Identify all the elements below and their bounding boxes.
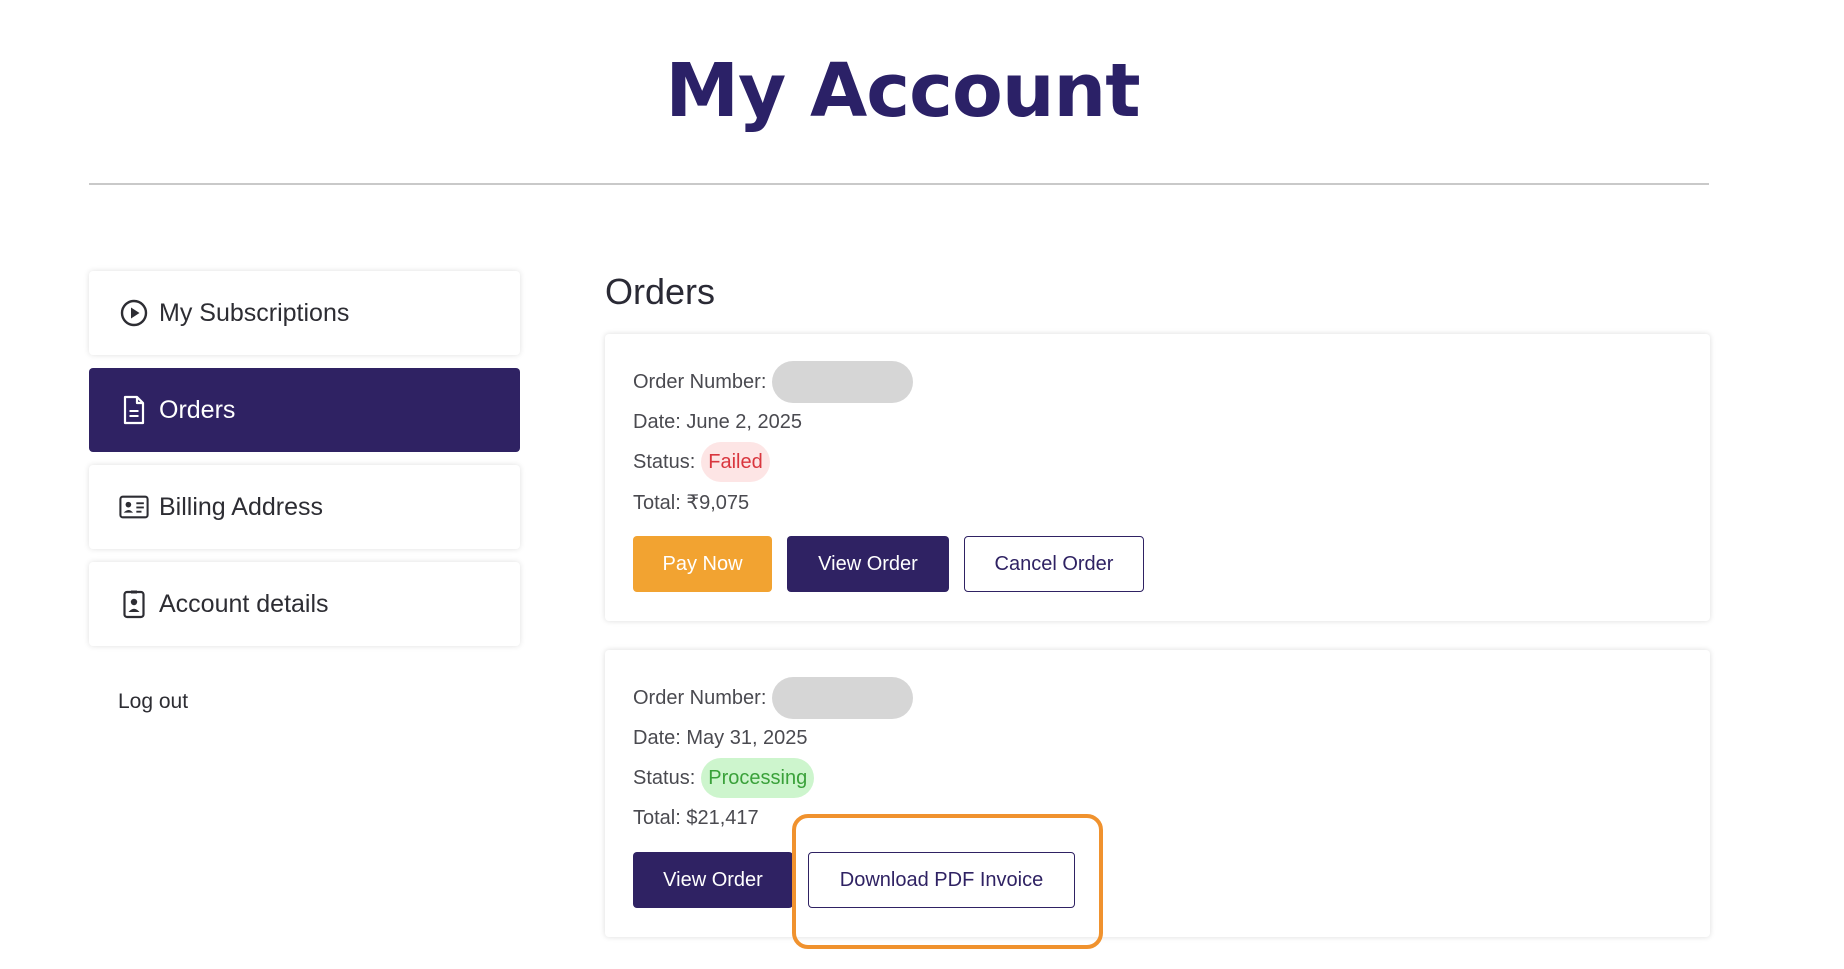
page-title: My Account — [665, 48, 1140, 134]
sidebar-item-label: My Subscriptions — [159, 298, 350, 327]
status-badge: Processing — [701, 758, 815, 798]
order-card: Order Number: Date: May 31, 2025 Status:… — [605, 650, 1710, 949]
order-number-row: Order Number: — [633, 361, 1682, 403]
view-order-button[interactable]: View Order — [787, 536, 949, 592]
order-date: Date: May 31, 2025 — [633, 726, 808, 749]
pay-now-button[interactable]: Pay Now — [633, 536, 772, 592]
cancel-order-button[interactable]: Cancel Order — [964, 536, 1144, 592]
order-actions: View Order Download PDF Invoice — [633, 852, 1682, 908]
order-number-label: Order Number: — [633, 686, 767, 709]
document-icon — [119, 395, 149, 425]
badge-icon — [119, 589, 149, 619]
play-circle-icon — [119, 298, 149, 328]
status-badge: Failed — [701, 442, 770, 482]
logout-link[interactable]: Log out — [89, 690, 520, 714]
order-total: Total: ₹9,075 — [633, 491, 750, 514]
view-order-button[interactable]: View Order — [633, 852, 793, 908]
order-number-label: Order Number: — [633, 370, 767, 393]
order-number-row: Order Number: — [633, 677, 1682, 719]
sidebar-item-orders[interactable]: Orders — [89, 368, 520, 452]
title-divider — [89, 183, 1709, 185]
status-label: Status: — [633, 450, 696, 473]
order-status-row: Status: Processing — [633, 758, 1682, 798]
id-card-icon — [119, 492, 149, 522]
download-pdf-invoice-button[interactable]: Download PDF Invoice — [808, 852, 1075, 908]
order-status-row: Status: Failed — [633, 442, 1682, 482]
status-label: Status: — [633, 766, 696, 789]
sidebar-item-label: Orders — [159, 395, 236, 424]
orders-section: Orders Order Number: Date: June 2, 2025 … — [605, 270, 1710, 966]
sidebar-item-label: Account details — [159, 589, 329, 618]
sidebar-item-billing-address[interactable]: Billing Address — [89, 465, 520, 549]
section-title: Orders — [605, 271, 716, 312]
sidebar-item-account-details[interactable]: Account details — [89, 562, 520, 646]
redacted-order-number — [772, 677, 914, 719]
account-sidebar: My Subscriptions Orders Billing Address — [89, 271, 520, 714]
redacted-order-number — [772, 361, 914, 403]
sidebar-item-my-subscriptions[interactable]: My Subscriptions — [89, 271, 520, 355]
order-card: Order Number: Date: June 2, 2025 Status:… — [605, 334, 1710, 621]
order-actions: Pay Now View Order Cancel Order — [633, 536, 1682, 592]
order-total: Total: $21,417 — [633, 806, 759, 829]
order-date: Date: June 2, 2025 — [633, 410, 803, 433]
sidebar-item-label: Billing Address — [159, 492, 323, 521]
